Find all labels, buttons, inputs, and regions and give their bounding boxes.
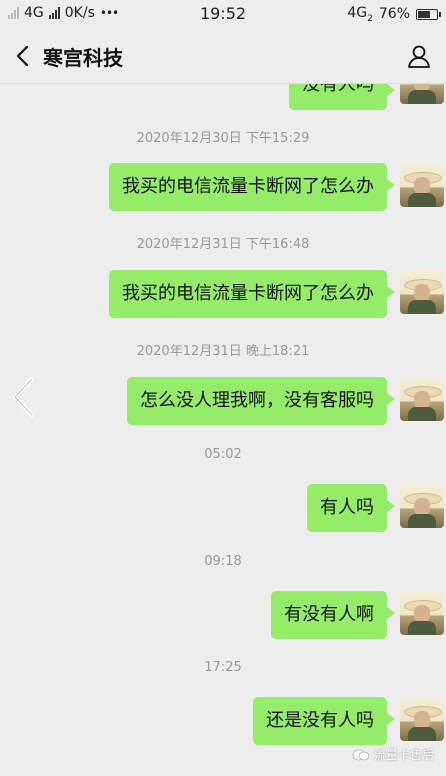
watermark: 流量卡售后 [352, 746, 434, 763]
wechat-icon [352, 749, 370, 760]
battery-percent: 76% [378, 6, 410, 23]
avatar[interactable] [400, 377, 444, 421]
avatar[interactable] [400, 484, 444, 528]
battery-icon [416, 8, 441, 20]
timestamp: 2020年12月30日 下午15:29 [136, 131, 310, 146]
message-bubble[interactable]: 我买的电信流量卡断网了怎么办 [109, 270, 395, 318]
avatar[interactable] [400, 591, 444, 635]
chat-title: 寒宫科技 [43, 46, 123, 70]
message-bubble[interactable]: 我买的电信流量卡断网了怎么办 [109, 163, 395, 211]
chat-header: 寒宫科技 [0, 28, 446, 84]
avatar[interactable] [400, 697, 444, 741]
avatar[interactable] [400, 270, 444, 314]
timestamp: 2020年12月31日 晚上18:21 [136, 344, 310, 359]
chat-messages[interactable]: 没有人吗 2020年12月30日 下午15:29 我买的电信流量卡断网了怎么办 … [0, 84, 446, 776]
back-icon[interactable] [14, 45, 34, 67]
watermark-text: 流量卡售后 [373, 748, 434, 762]
message-bubble[interactable]: 怎么没人理我啊，没有客服吗 [127, 377, 395, 425]
status-right: 4G2 76% [347, 5, 441, 24]
timestamp: 2020年12月31日 下午16:48 [136, 237, 310, 252]
profile-icon[interactable] [406, 43, 432, 69]
message-bubble[interactable]: 还是没有人吗 [253, 697, 395, 745]
avatar[interactable] [400, 84, 444, 104]
message-bubble[interactable]: 没有人吗 [289, 84, 395, 110]
avatar[interactable] [400, 163, 444, 207]
message-bubble[interactable]: 有没有人啊 [271, 591, 395, 639]
timestamp: 09:18 [204, 554, 242, 569]
timestamp: 17:25 [204, 660, 242, 675]
status-bar: 4G 0K/s ••• 19:52 4G2 76% [0, 0, 446, 28]
chevron-left-icon[interactable] [10, 376, 38, 418]
network-type-right: 4G2 [347, 5, 373, 24]
timestamp: 05:02 [204, 447, 242, 462]
message-bubble[interactable]: 有人吗 [307, 484, 395, 532]
